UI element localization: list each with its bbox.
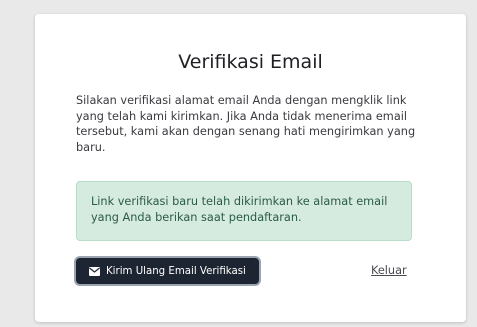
success-alert-message: Link verifikasi baru telah dikirimkan ke… xyxy=(91,195,388,224)
resend-verification-label: Kirim Ulang Email Verifikasi xyxy=(106,265,246,277)
page-title: Verifikasi Email xyxy=(178,51,323,73)
logout-link[interactable]: Keluar xyxy=(371,264,407,277)
success-alert: Link verifikasi baru telah dikirimkan ke… xyxy=(76,181,412,241)
verify-email-card: Verifikasi Email Silakan verifikasi alam… xyxy=(35,14,466,322)
envelope-icon xyxy=(89,266,100,276)
verification-instructions: Silakan verifikasi alamat email Anda den… xyxy=(76,94,416,154)
resend-verification-button[interactable]: Kirim Ulang Email Verifikasi xyxy=(76,258,259,284)
